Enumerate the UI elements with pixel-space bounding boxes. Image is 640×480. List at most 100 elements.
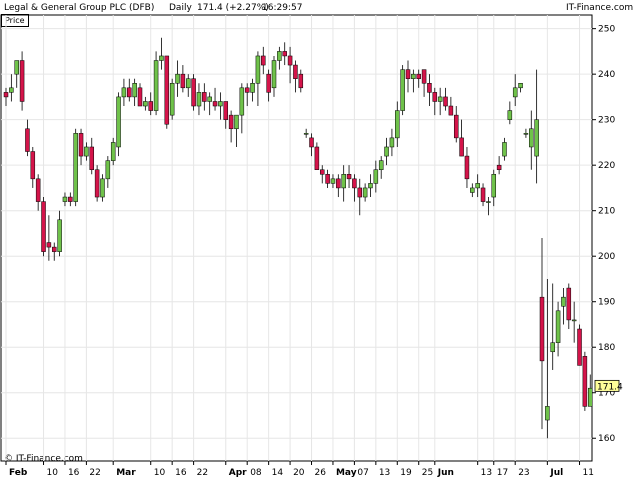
candle-body [561,296,566,307]
candle-body [175,73,180,84]
y-tick-label: 180 [598,343,615,353]
x-tick-label: 19 [400,468,412,478]
candle-body [491,174,497,198]
candle-body [62,196,68,202]
candle-body [346,174,352,180]
candle-body [470,187,475,193]
x-tick-label: May [336,468,357,478]
x-tick-label: 26 [315,468,327,478]
candle-body [207,96,212,102]
candle-body [261,55,266,66]
y-tick-label: 230 [598,116,615,126]
candle-body [78,133,84,157]
candle-body [464,155,470,180]
x-tick-label: Jul [549,468,563,478]
candle-body [448,105,454,116]
candle-body [496,164,502,170]
candle-body [169,83,175,116]
candle-body [137,87,143,107]
x-tick-label: 16 [68,468,80,478]
candle-body [427,83,432,93]
candle-body [110,142,116,161]
candle-body [84,146,89,157]
x-axis: Feb 10 16 22 Mar 10 16 22 Apr 08 14 20 26 May 07 13 19 25… [5,461,594,478]
candle-body [132,83,137,98]
plot-frame [0,14,593,462]
candle-body [319,169,325,175]
candle-body [73,133,78,202]
candle-body [164,55,170,125]
candle-body [459,137,464,157]
candle-body [582,356,588,407]
x-tick-label: Feb [9,468,28,478]
candle-body [14,60,19,75]
candle-body [437,96,443,102]
candle-body [416,73,421,79]
candle-body [202,92,207,102]
candle-body [271,60,277,89]
candle-body [545,406,550,421]
candle-body [529,128,534,148]
last-price-marker: 171.4 [594,379,623,392]
candle-body [25,128,30,152]
candle-body [100,178,105,198]
candle-body [352,178,357,189]
candle-body [395,110,400,139]
candle-body [298,73,304,89]
x-tick-label: 13 [481,468,492,478]
candle-body [400,69,405,111]
y-tick-label: 220 [598,161,615,171]
candle-body [330,178,336,184]
candle-body [46,242,52,248]
y-tick-label: 240 [598,70,615,80]
x-tick-label: 10 [154,468,166,478]
x-tick-label: Jun [437,468,454,478]
candle-body [555,310,561,343]
y-tick-label: 200 [598,252,615,262]
x-tick-label: 10 [47,468,59,478]
chart-window: Legal & General Group PLC (DFB) Daily 17… [0,0,640,480]
y-tick-label: 210 [598,207,615,217]
candle-body [30,151,36,180]
candle-body [539,296,545,362]
x-tick-label: 11 [583,468,594,478]
y-tick-label: 250 [598,25,615,35]
candle-body [234,114,239,130]
candle-body [89,146,95,170]
candle-body [19,60,25,102]
candle-body [223,101,229,120]
candle-body [341,174,346,189]
x-tick-label: 17 [497,468,508,478]
candle-body [378,160,384,170]
candle-body [373,169,379,184]
y-tick-label: 190 [598,298,615,308]
candle-body [534,119,539,157]
candle-body [587,387,593,407]
x-tick-label: 25 [422,468,433,478]
candles [3,37,593,439]
candle-body [180,73,186,89]
candle-body [405,69,411,79]
candle-body [325,174,330,184]
candle-body [443,96,448,107]
candle-body [277,51,282,61]
candlestick-chart: 160170180190200210220230240250 Feb 10 16 22… [0,14,623,478]
candle-body [357,187,363,198]
candle-body [250,83,255,93]
candle-body [228,114,234,130]
candle-body [336,178,341,189]
candle-body [57,219,62,252]
candle-body [41,201,46,252]
x-tick-label: 14 [272,468,284,478]
candle-body [105,160,111,180]
candle-body [518,83,523,89]
x-tick-label: 13 [379,468,390,478]
y-tick-label: 160 [598,434,615,444]
x-tick-label: 22 [197,468,208,478]
candle-body [309,137,314,148]
candle-body [421,69,427,84]
candle-body [411,73,416,79]
candle-body [577,328,582,366]
x-tick-label: 07 [357,468,368,478]
gridlines [1,15,592,461]
